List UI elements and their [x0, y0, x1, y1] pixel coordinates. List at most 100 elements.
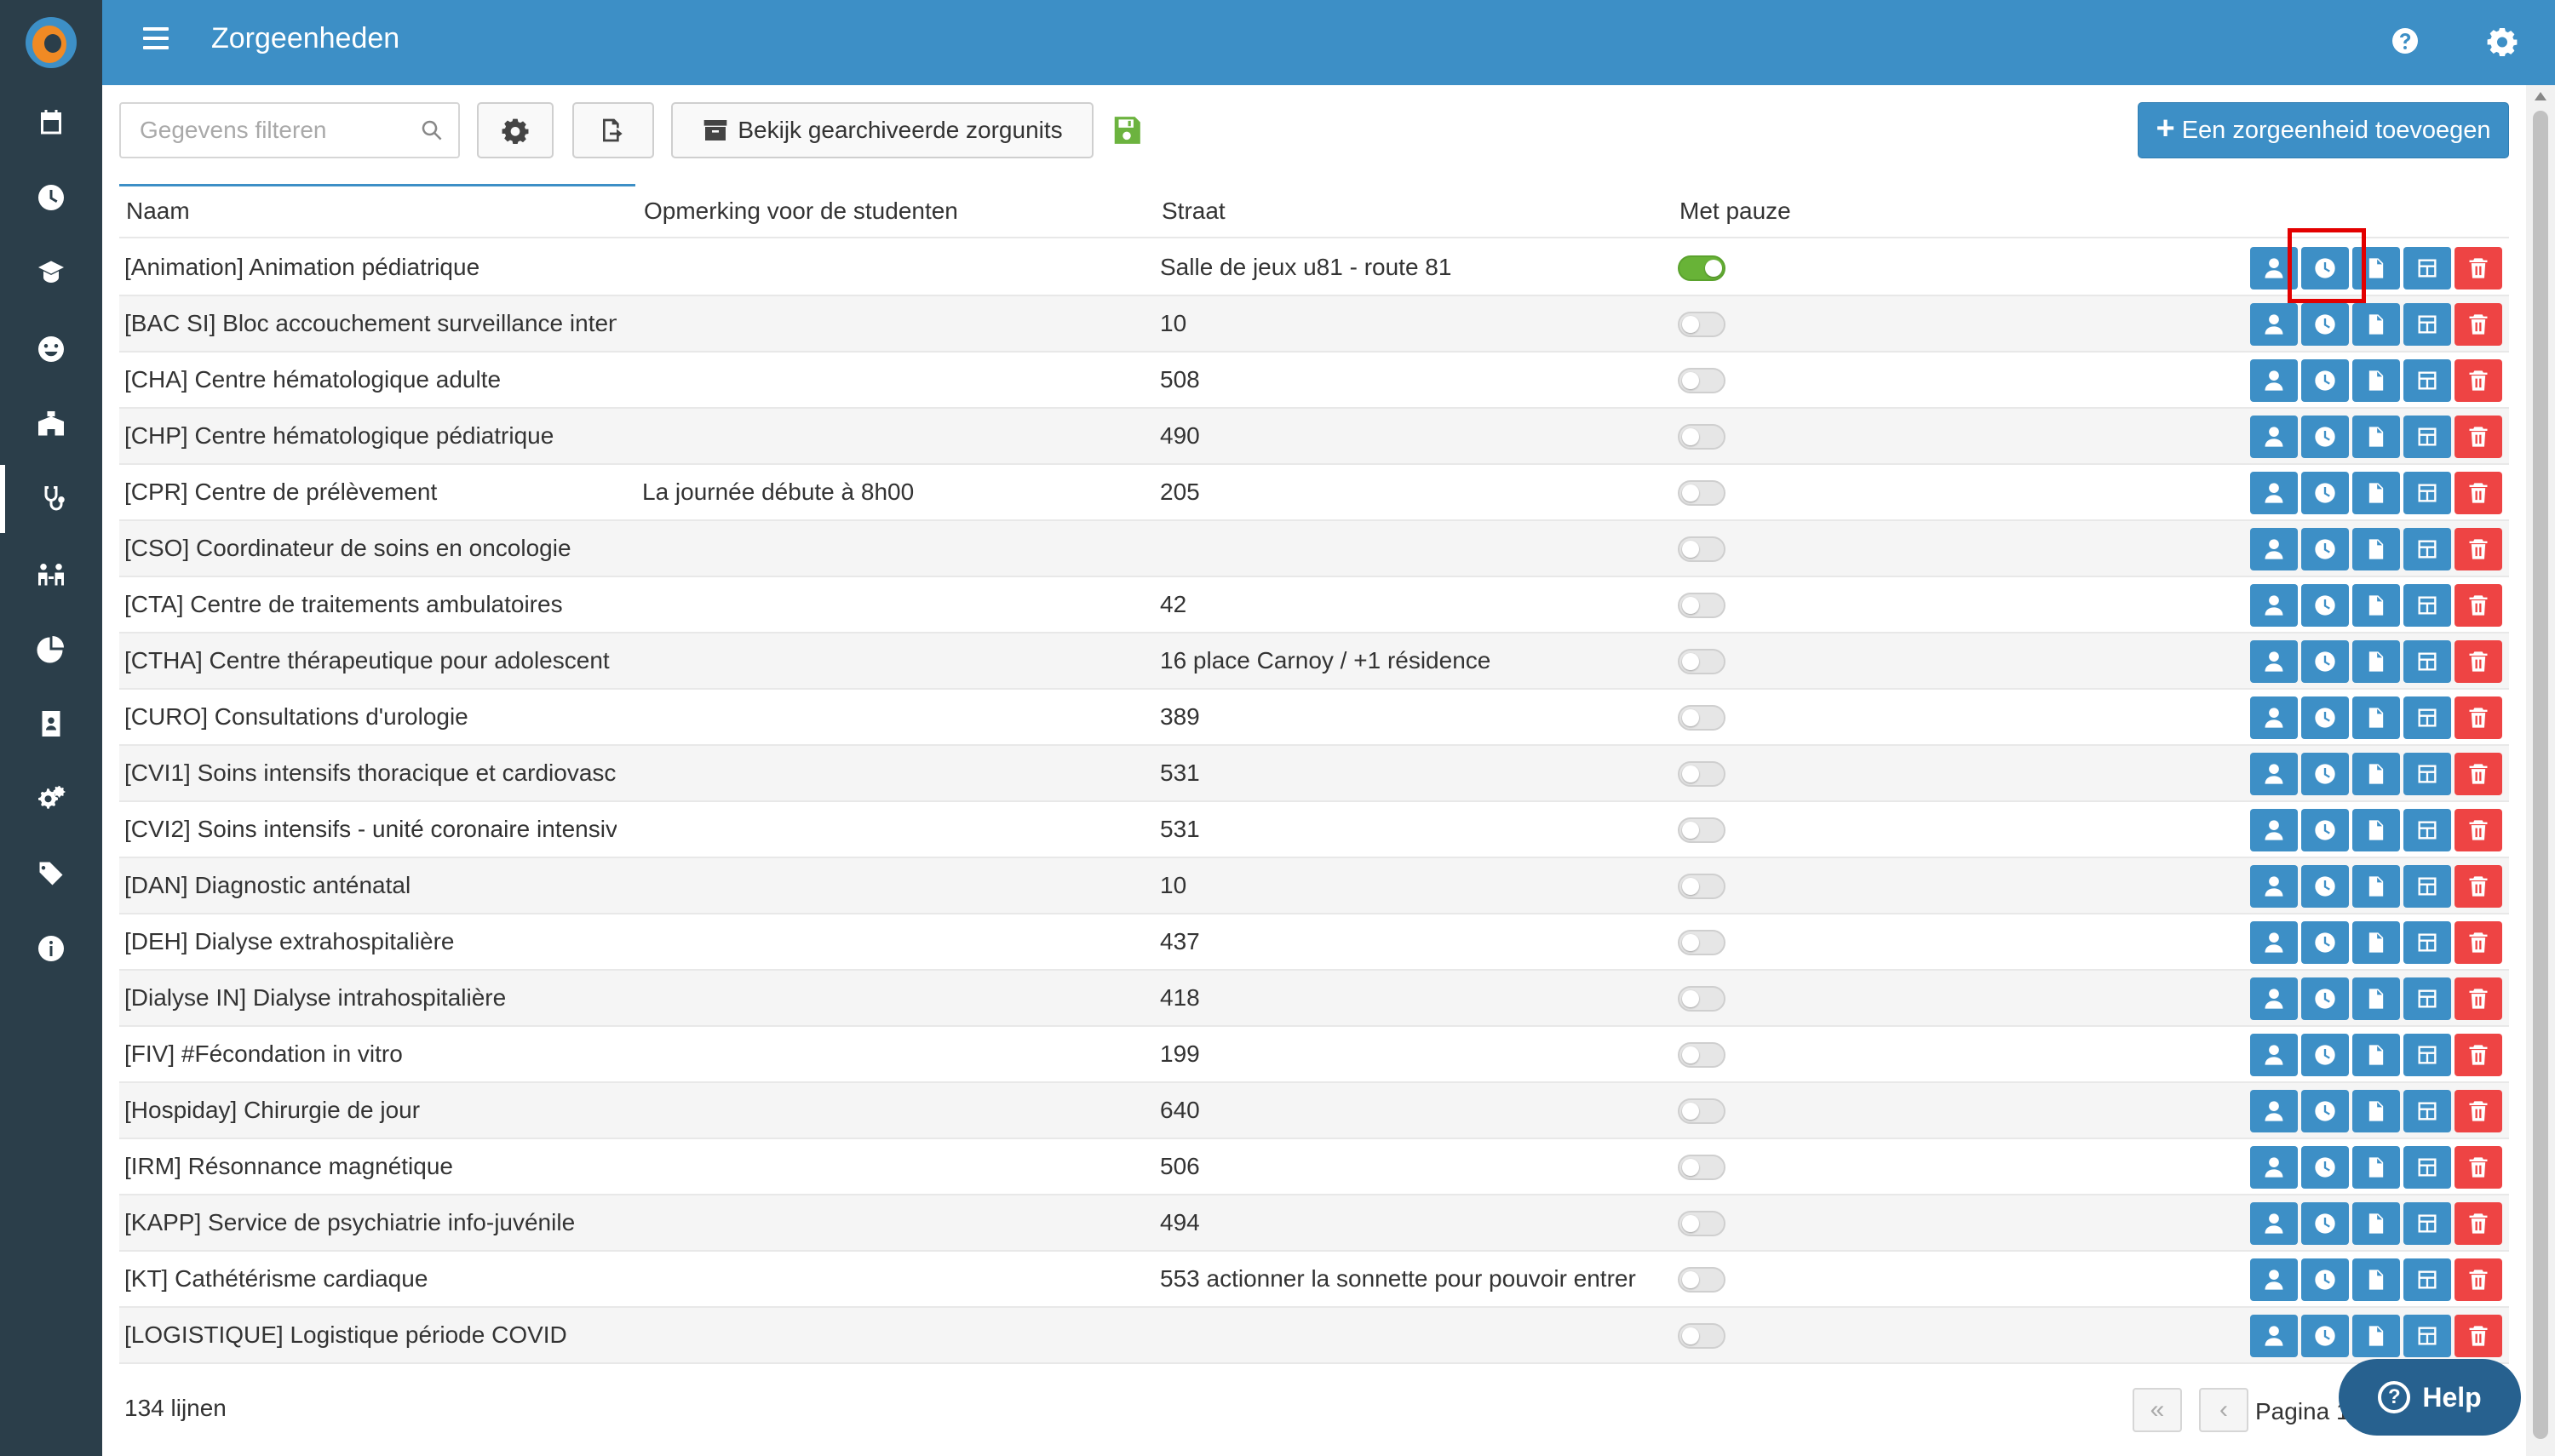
column-header-naam[interactable]: Naam — [126, 198, 190, 225]
archive-unit-button[interactable] — [2403, 416, 2451, 458]
assign-students-button[interactable] — [2250, 977, 2298, 1020]
delete-button[interactable] — [2455, 528, 2502, 570]
document-button[interactable] — [2352, 528, 2400, 570]
app-logo[interactable] — [0, 0, 102, 85]
smile-icon[interactable] — [0, 315, 102, 383]
delete-button[interactable] — [2455, 472, 2502, 514]
archive-unit-button[interactable] — [2403, 359, 2451, 402]
assign-students-button[interactable] — [2250, 584, 2298, 627]
add-care-unit-button[interactable]: + Een zorgeenheid toevoegen — [2138, 102, 2509, 158]
archive-unit-button[interactable] — [2403, 1034, 2451, 1076]
calendar-icon[interactable] — [0, 89, 102, 157]
assign-students-button[interactable] — [2250, 247, 2298, 289]
schedule-button[interactable] — [2301, 584, 2349, 627]
pause-toggle[interactable] — [1678, 986, 1725, 1012]
document-button[interactable] — [2352, 921, 2400, 964]
pause-toggle[interactable] — [1678, 874, 1725, 899]
archive-unit-button[interactable] — [2403, 1146, 2451, 1189]
archive-unit-button[interactable] — [2403, 247, 2451, 289]
document-button[interactable] — [2352, 696, 2400, 739]
delete-button[interactable] — [2455, 696, 2502, 739]
document-button[interactable] — [2352, 1034, 2400, 1076]
schedule-button[interactable] — [2301, 640, 2349, 683]
settings-gear-icon[interactable] — [2487, 26, 2518, 56]
assign-students-button[interactable] — [2250, 472, 2298, 514]
document-button[interactable] — [2352, 1090, 2400, 1132]
schedule-button[interactable] — [2301, 753, 2349, 795]
table-row[interactable]: [CVI1] Soins intensifs thoracique et car… — [119, 746, 2509, 802]
column-settings-button[interactable] — [477, 102, 554, 158]
document-button[interactable] — [2352, 584, 2400, 627]
pause-toggle[interactable] — [1678, 536, 1725, 562]
table-row[interactable]: [CTA] Centre de traitements ambulatoires… — [119, 577, 2509, 633]
schedule-button[interactable] — [2301, 865, 2349, 908]
document-button[interactable] — [2352, 640, 2400, 683]
document-button[interactable] — [2352, 809, 2400, 851]
scroll-thumb[interactable] — [2533, 111, 2548, 1439]
archive-unit-button[interactable] — [2403, 584, 2451, 627]
assign-students-button[interactable] — [2250, 1258, 2298, 1301]
schedule-button[interactable] — [2301, 303, 2349, 346]
view-archived-button[interactable]: Bekijk gearchiveerde zorgunits — [671, 102, 1094, 158]
document-button[interactable] — [2352, 1202, 2400, 1245]
archive-unit-button[interactable] — [2403, 640, 2451, 683]
pause-toggle[interactable] — [1678, 480, 1725, 506]
archive-unit-button[interactable] — [2403, 528, 2451, 570]
delete-button[interactable] — [2455, 1034, 2502, 1076]
pause-toggle[interactable] — [1678, 424, 1725, 450]
archive-unit-button[interactable] — [2403, 696, 2451, 739]
delete-button[interactable] — [2455, 584, 2502, 627]
document-button[interactable] — [2352, 1315, 2400, 1357]
table-row[interactable]: [FIV] #Fécondation in vitro 199 — [119, 1027, 2509, 1083]
table-row[interactable]: [CURO] Consultations d'urologie 389 — [119, 690, 2509, 746]
table-row[interactable]: [KAPP] Service de psychiatrie info-juvén… — [119, 1195, 2509, 1252]
schedule-button[interactable] — [2301, 977, 2349, 1020]
archive-unit-button[interactable] — [2403, 303, 2451, 346]
info-icon[interactable] — [0, 914, 102, 983]
archive-unit-button[interactable] — [2403, 753, 2451, 795]
pause-toggle[interactable] — [1678, 761, 1725, 787]
delete-button[interactable] — [2455, 640, 2502, 683]
table-row[interactable]: [BAC SI] Bloc accouchement surveillance … — [119, 296, 2509, 353]
schedule-button[interactable] — [2301, 359, 2349, 402]
archive-unit-button[interactable] — [2403, 921, 2451, 964]
archive-unit-button[interactable] — [2403, 472, 2451, 514]
schedule-button[interactable] — [2301, 528, 2349, 570]
pause-toggle[interactable] — [1678, 368, 1725, 393]
assign-students-button[interactable] — [2250, 1090, 2298, 1132]
pause-toggle[interactable] — [1678, 649, 1725, 674]
graduation-cap-icon[interactable] — [0, 238, 102, 307]
document-button[interactable] — [2352, 247, 2400, 289]
hospital-icon[interactable] — [0, 390, 102, 458]
table-row[interactable]: [DAN] Diagnostic anténatal 10 — [119, 858, 2509, 914]
assign-students-button[interactable] — [2250, 1315, 2298, 1357]
assign-students-button[interactable] — [2250, 359, 2298, 402]
table-row[interactable]: [IRM] Résonnance magnétique 506 — [119, 1139, 2509, 1195]
document-button[interactable] — [2352, 865, 2400, 908]
column-header-opmerking[interactable]: Opmerking voor de studenten — [644, 198, 958, 225]
document-button[interactable] — [2352, 753, 2400, 795]
assign-students-button[interactable] — [2250, 865, 2298, 908]
schedule-button[interactable] — [2301, 1315, 2349, 1357]
pause-toggle[interactable] — [1678, 312, 1725, 337]
table-row[interactable]: [DEH] Dialyse extrahospitalière 437 — [119, 914, 2509, 971]
column-header-straat[interactable]: Straat — [1162, 198, 1226, 225]
vertical-scrollbar[interactable] — [2526, 85, 2555, 1456]
delete-button[interactable] — [2455, 753, 2502, 795]
table-row[interactable]: [Hospiday] Chirurgie de jour 640 — [119, 1083, 2509, 1139]
delete-button[interactable] — [2455, 303, 2502, 346]
table-row[interactable]: [CHP] Centre hématologique pédiatrique 49… — [119, 409, 2509, 465]
document-button[interactable] — [2352, 359, 2400, 402]
assign-students-button[interactable] — [2250, 1146, 2298, 1189]
pause-toggle[interactable] — [1678, 930, 1725, 955]
stethoscope-icon[interactable] — [0, 465, 102, 533]
archive-unit-button[interactable] — [2403, 1090, 2451, 1132]
document-button[interactable] — [2352, 303, 2400, 346]
delete-button[interactable] — [2455, 1090, 2502, 1132]
help-widget-button[interactable]: ? Help — [2339, 1359, 2521, 1436]
export-button[interactable] — [572, 102, 654, 158]
tags-icon[interactable] — [0, 840, 102, 908]
assign-students-button[interactable] — [2250, 1202, 2298, 1245]
delete-button[interactable] — [2455, 921, 2502, 964]
document-button[interactable] — [2352, 416, 2400, 458]
